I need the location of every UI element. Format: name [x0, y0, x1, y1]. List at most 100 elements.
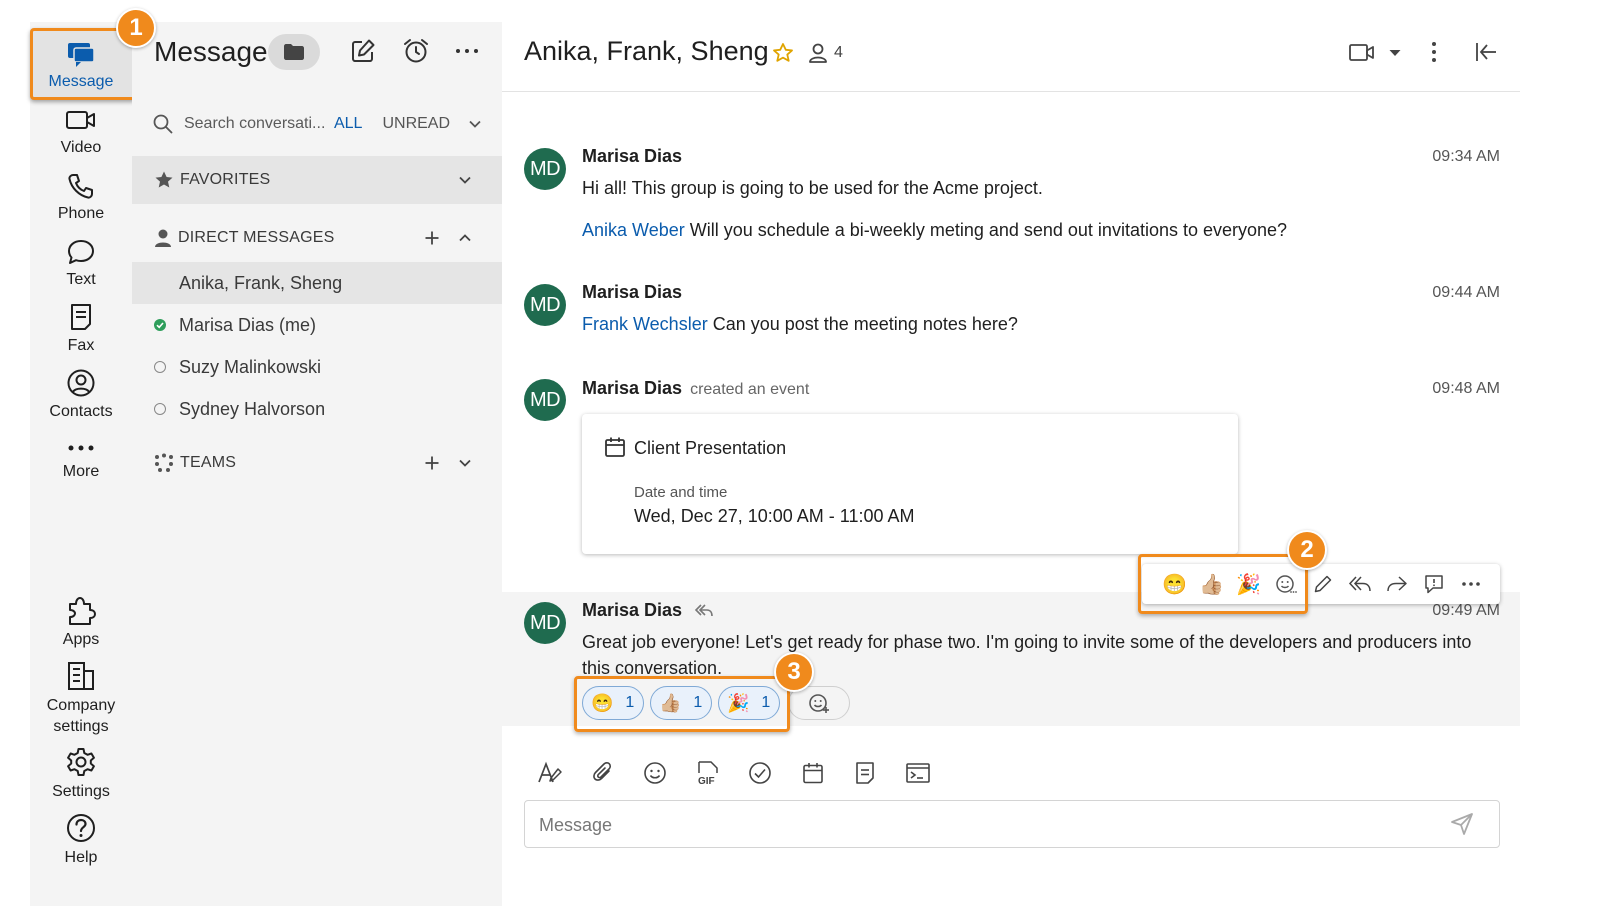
chevron-down-icon[interactable]	[468, 119, 482, 129]
more-reactions-button[interactable]	[1267, 564, 1304, 604]
video-call-dropdown[interactable]	[1388, 48, 1402, 58]
mention-link[interactable]: Frank Wechsler	[582, 314, 708, 334]
note-button[interactable]	[839, 758, 892, 788]
reply-all-button[interactable]	[1341, 564, 1378, 604]
folder-button[interactable]	[268, 34, 320, 70]
fax-icon	[71, 304, 91, 330]
quick-reaction-button[interactable]: 🎉	[1230, 564, 1267, 604]
rail-item-company-settings[interactable]: Company settings	[30, 660, 132, 737]
rail-item-message[interactable]: Message	[30, 40, 132, 92]
sender-name[interactable]: Marisa Dias	[582, 600, 682, 621]
help-icon	[67, 814, 95, 842]
direct-messages-collapse-button[interactable]	[458, 233, 472, 243]
section-teams[interactable]: TEAMS	[132, 439, 502, 487]
person-outline-icon	[809, 43, 827, 63]
rail-item-label: Company settings	[46, 697, 116, 735]
reaction-emoji: 👍🏼	[659, 692, 682, 713]
ellipsis-icon	[1461, 582, 1480, 586]
send-button[interactable]	[1449, 811, 1475, 837]
format-text-button[interactable]	[524, 758, 577, 788]
reaction-count: 1	[625, 694, 635, 711]
rail-item-fax[interactable]: Fax	[30, 302, 132, 356]
conversation-item[interactable]: Suzy Malinkowski	[132, 346, 502, 388]
ellipsis-icon	[456, 49, 478, 53]
calendar-icon	[605, 437, 625, 457]
message-sender[interactable]: Marisa Dias	[582, 282, 682, 303]
sender-name[interactable]: Marisa Dias	[582, 378, 682, 398]
search-icon	[153, 114, 173, 134]
rail-item-phone[interactable]: Phone	[30, 172, 132, 224]
collapse-panel-button[interactable]	[1474, 40, 1498, 64]
task-button[interactable]	[734, 758, 787, 788]
rail-item-apps[interactable]: Apps	[30, 594, 132, 650]
avatar[interactable]: MD	[524, 148, 566, 190]
reminder-button[interactable]	[402, 37, 430, 65]
quick-reaction-button[interactable]: 👍🏼	[1193, 564, 1230, 604]
conversation-options-button[interactable]	[1430, 40, 1438, 64]
message-text: Great job everyone! Let's get ready for …	[582, 632, 1472, 678]
avatar[interactable]: MD	[524, 602, 566, 644]
schedule-event-button[interactable]	[787, 758, 840, 788]
rail-item-contacts[interactable]: Contacts	[30, 368, 132, 422]
callout-badge: 3	[774, 652, 814, 692]
quick-reaction-button[interactable]: 😁	[1156, 564, 1193, 604]
filter-unread-tab[interactable]: UNREAD	[382, 115, 450, 133]
check-circle-icon	[749, 762, 772, 784]
quote-reply-button[interactable]	[1415, 564, 1452, 604]
rail-item-more[interactable]: More	[30, 438, 132, 482]
message-text: Hi all! This group is going to be used f…	[582, 178, 1043, 198]
terminal-icon	[905, 763, 930, 783]
rail-item-label: Fax	[67, 337, 95, 354]
list-more-button[interactable]	[454, 42, 480, 60]
rail-item-label: Settings	[52, 783, 110, 800]
attach-file-button[interactable]	[577, 758, 630, 788]
compose-button[interactable]	[350, 38, 376, 64]
note-icon	[856, 762, 875, 784]
avatar[interactable]: MD	[524, 284, 566, 326]
emoji-button[interactable]	[629, 758, 682, 788]
alarm-clock-icon	[404, 39, 428, 63]
format-text-icon	[538, 761, 562, 783]
conversation-item[interactable]: Sydney Halvorson	[132, 388, 502, 430]
calendar-icon	[802, 763, 823, 784]
section-favorites[interactable]: FAVORITES	[132, 156, 502, 204]
reaction-chip[interactable]: 👍🏼 1	[650, 686, 712, 720]
add-direct-message-button[interactable]	[424, 230, 440, 246]
callout-badge: 1	[116, 8, 156, 48]
rail-item-label: Text	[66, 271, 96, 288]
add-team-button[interactable]	[424, 455, 440, 471]
teams-collapse-button[interactable]	[458, 458, 472, 468]
compose-icon	[352, 39, 375, 62]
edit-message-button[interactable]	[1304, 564, 1341, 604]
reaction-chip[interactable]: 😁 1	[582, 686, 644, 720]
video-icon	[66, 111, 95, 129]
message-time: 09:44 AM	[1432, 284, 1500, 301]
gif-button[interactable]: GIF	[682, 758, 735, 788]
sender-note: created an event	[690, 381, 810, 398]
rail-item-help[interactable]: Help	[30, 812, 132, 868]
rail-item-text[interactable]: Text	[30, 238, 132, 290]
section-direct-messages[interactable]: DIRECT MESSAGES	[132, 214, 502, 262]
conversation-item[interactable]: Marisa Dias (me)	[132, 304, 502, 346]
forward-button[interactable]	[1378, 564, 1415, 604]
phone-icon	[68, 174, 93, 199]
search-input[interactable]	[183, 115, 326, 133]
avatar[interactable]: MD	[524, 379, 566, 421]
mention-link[interactable]: Anika Weber	[582, 220, 685, 240]
filter-all-tab[interactable]: ALL	[334, 115, 362, 133]
favorites-collapse-button[interactable]	[458, 175, 472, 185]
message-sender: Marisa Dias created an event	[582, 378, 809, 399]
event-card[interactable]: Client Presentation Date and time Wed, D…	[582, 414, 1238, 554]
code-snippet-button[interactable]	[892, 758, 945, 788]
message-input[interactable]	[539, 813, 1419, 837]
members-button[interactable]: 4	[808, 42, 843, 64]
favorite-star-button[interactable]	[772, 42, 794, 64]
rail-item-video[interactable]: Video	[30, 108, 132, 158]
callout-badge: 2	[1287, 530, 1327, 570]
video-call-button[interactable]	[1348, 42, 1376, 64]
message-more-button[interactable]	[1452, 564, 1489, 604]
message-sender[interactable]: Marisa Dias	[582, 146, 682, 167]
conversation-item[interactable]: Anika, Frank, Sheng	[132, 262, 502, 304]
rail-item-settings[interactable]: Settings	[30, 746, 132, 802]
reaction-chip[interactable]: 🎉 1	[718, 686, 780, 720]
